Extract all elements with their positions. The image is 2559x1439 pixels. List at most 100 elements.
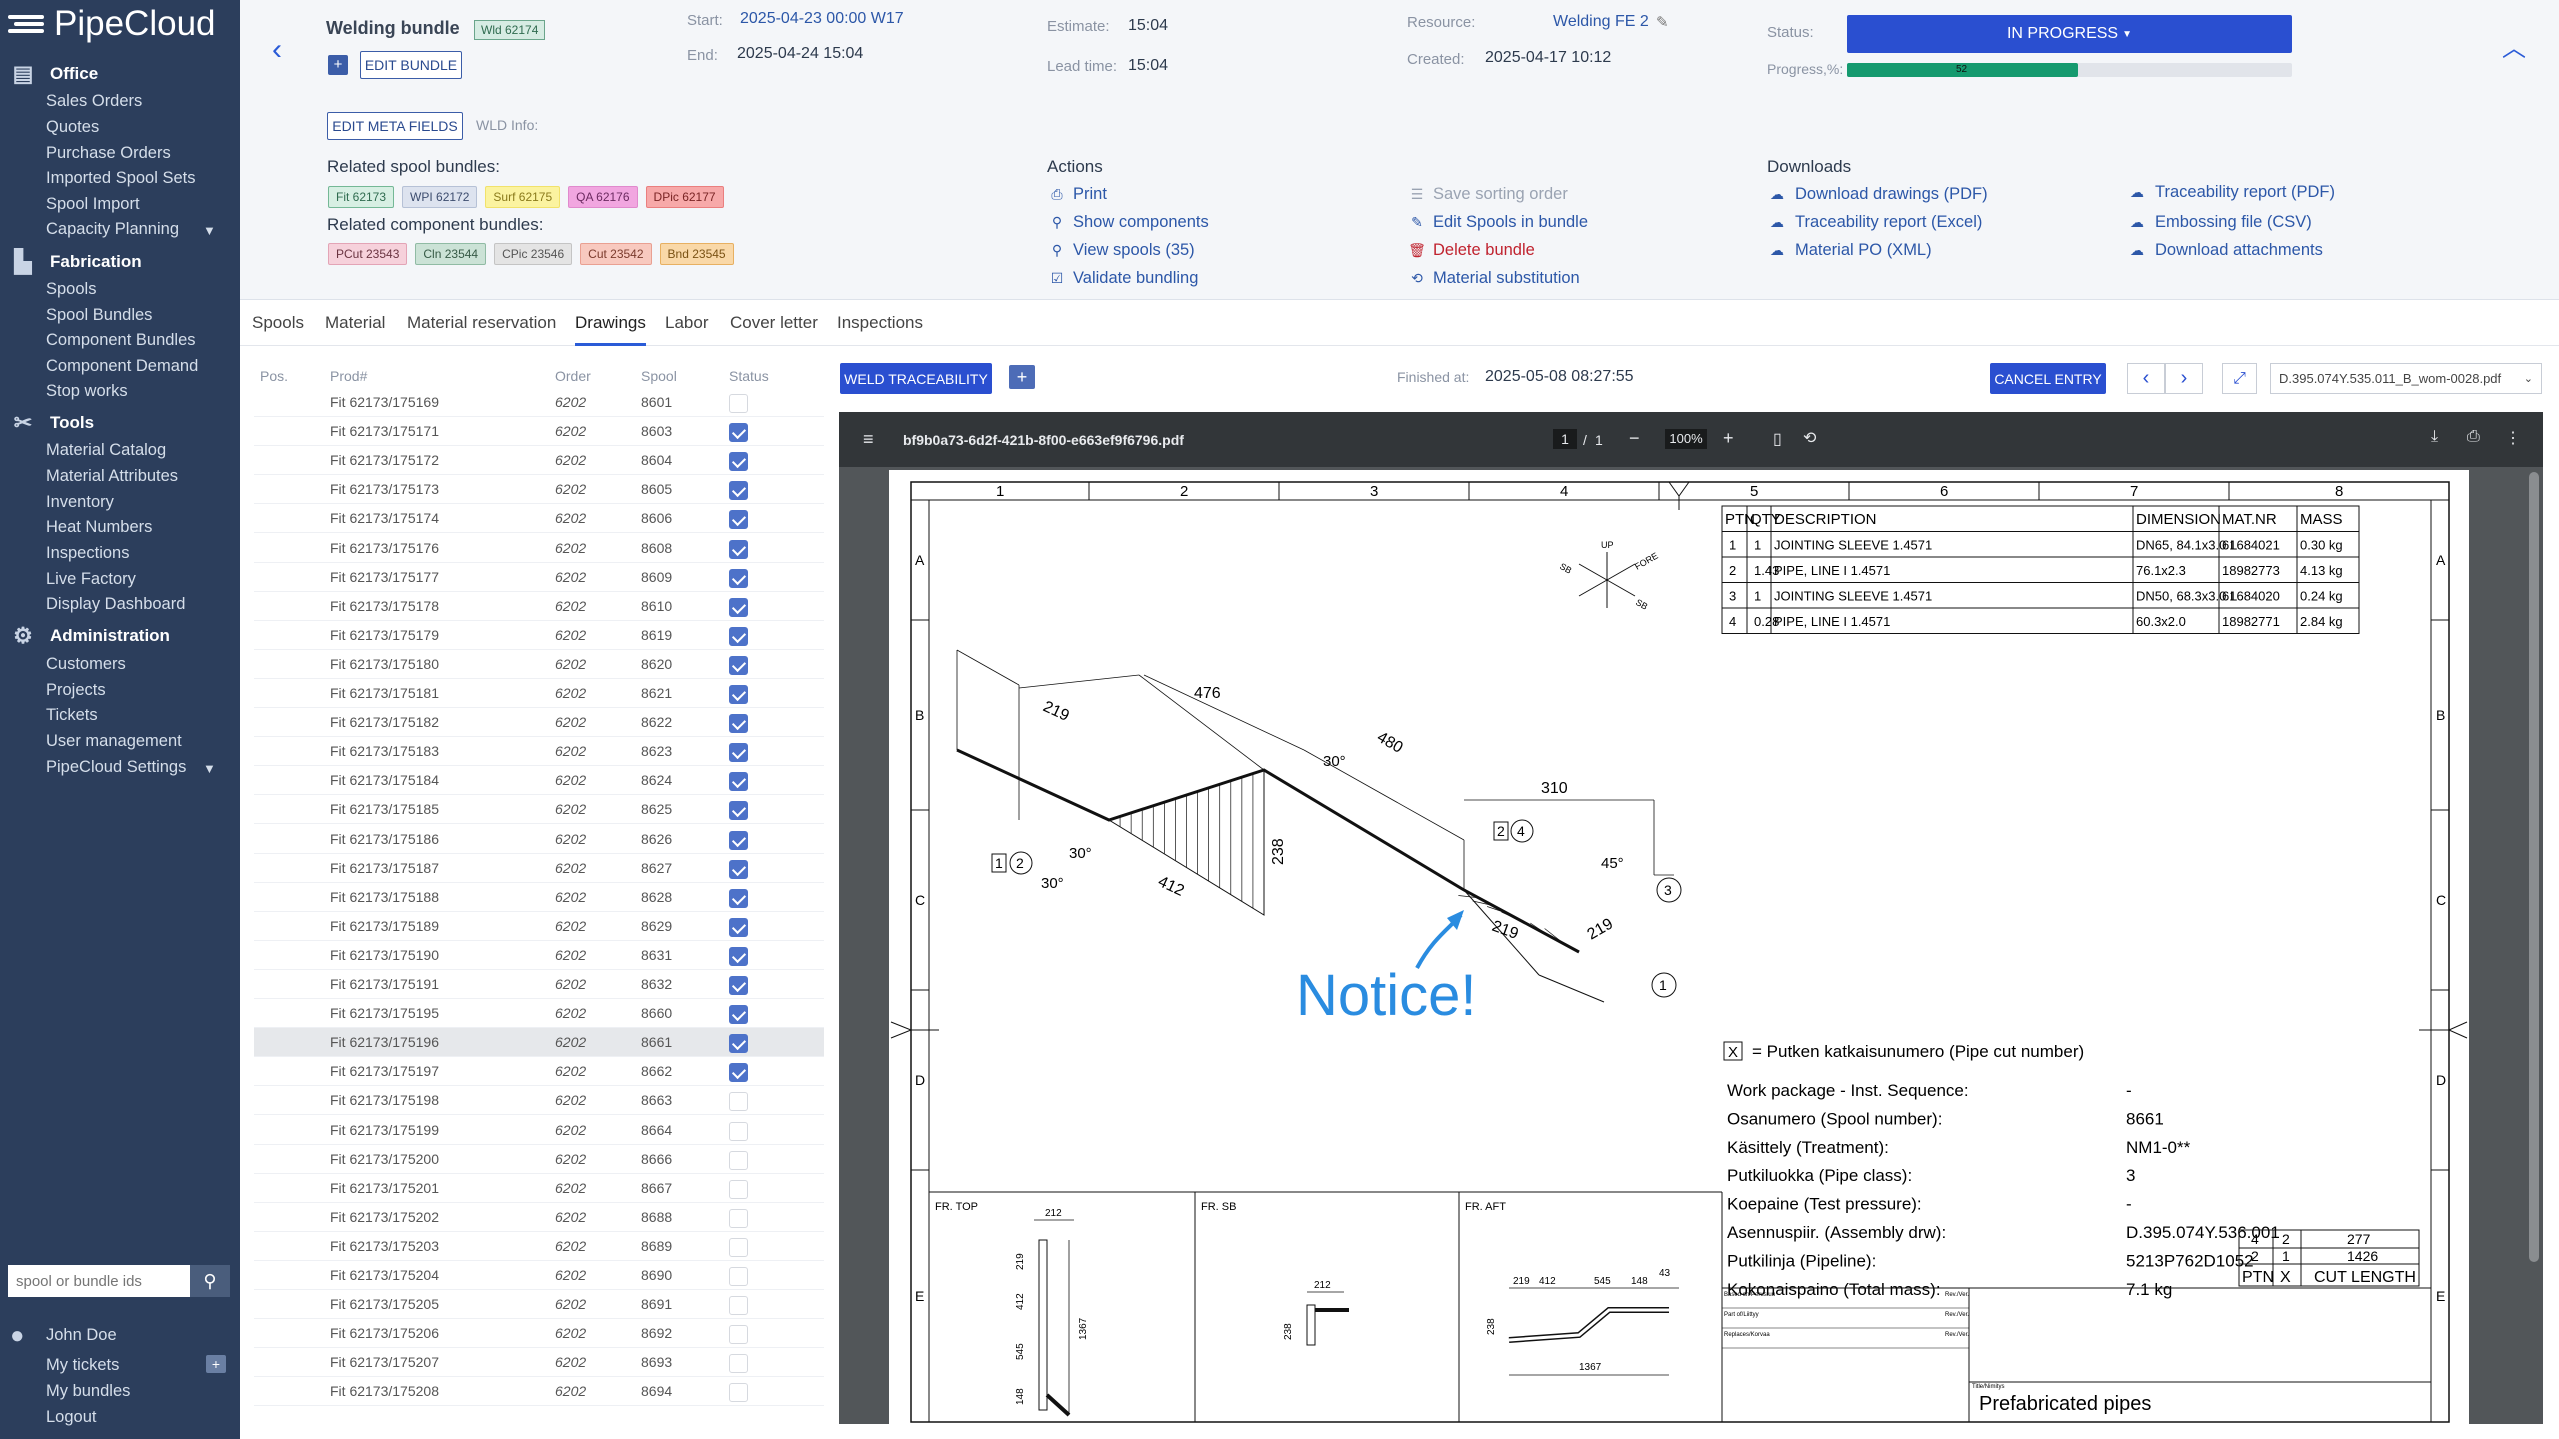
table-row[interactable]: Fit 62173/175176 6202 8608 (254, 534, 824, 563)
table-row[interactable]: Fit 62173/175195 6202 8660 (254, 999, 824, 1029)
zoom-out-icon[interactable]: − (1629, 428, 1640, 449)
save-sorting-order-link[interactable]: ☰ Save sorting order (1409, 185, 1568, 204)
drawing-file-select[interactable]: D.395.074Y.535.011_B_wom-0028.pdf ⌄ (2270, 363, 2542, 394)
table-row[interactable]: Fit 62173/175180 6202 8620 (254, 650, 824, 679)
status-checkbox[interactable] (729, 976, 748, 995)
download-icon[interactable]: ⤓ (2431, 428, 2438, 446)
status-checkbox[interactable] (729, 655, 748, 675)
status-checkbox[interactable] (729, 888, 748, 908)
collapse-chevron-up-icon[interactable]: ︿ (2502, 28, 2526, 63)
table-row[interactable]: Fit 62173/175179 6202 8619 (254, 621, 824, 650)
tab-spools[interactable]: Spools (252, 313, 304, 346)
search-input[interactable] (8, 1265, 190, 1297)
chip-qa[interactable]: QA 62176 (568, 186, 638, 208)
printer-icon[interactable]: ⎙ (2467, 428, 2480, 446)
table-row[interactable]: Fit 62173/175173 6202 8605 (254, 475, 824, 505)
nav-item-my-bundles[interactable]: My bundles (46, 1382, 130, 1401)
nav-item-heat-numbers[interactable]: Heat Numbers (46, 518, 152, 537)
nav-item-spools[interactable]: Spools (46, 280, 96, 299)
delete-bundle-link[interactable]: 🗑 Delete bundle (1408, 241, 1535, 260)
nav-item-inspections[interactable]: Inspections (46, 544, 129, 563)
chip-dpic[interactable]: DPic 62177 (645, 186, 724, 208)
nav-item-purchase-orders[interactable]: Purchase Orders (46, 144, 171, 163)
traceability-pdf-link[interactable]: ☁ Traceability report (PDF) (2127, 183, 2335, 202)
page-input[interactable]: 1 (1553, 429, 1577, 449)
tab-material[interactable]: Material (325, 313, 385, 346)
status-checkbox[interactable] (729, 917, 748, 937)
table-row[interactable]: Fit 62173/175182 6202 8622 (254, 708, 824, 738)
table-row[interactable]: Fit 62173/175187 6202 8627 (254, 854, 824, 883)
weld-traceability-button[interactable]: WELD TRACEABILITY (840, 363, 992, 394)
table-row[interactable]: Fit 62173/175189 6202 8629 (254, 912, 824, 941)
status-checkbox[interactable] (729, 714, 748, 734)
table-row[interactable]: Fit 62173/175201 6202 8667 (254, 1174, 824, 1203)
status-checkbox[interactable] (729, 1383, 748, 1403)
status-dropdown[interactable]: IN PROGRESS ▼ (1847, 15, 2292, 53)
fit-page-icon[interactable]: ▯ (1773, 429, 1782, 449)
status-checkbox[interactable] (729, 772, 748, 792)
edit-meta-fields-button[interactable]: EDIT META FIELDS (327, 112, 463, 140)
tab-material-reservation[interactable]: Material reservation (407, 313, 556, 346)
back-chevron-icon[interactable]: ‹ (272, 33, 282, 67)
table-row[interactable]: Fit 62173/175206 6202 8692 (254, 1319, 824, 1349)
nav-item-quotes[interactable]: Quotes (46, 118, 99, 137)
next-drawing-chevron-right-icon[interactable]: › (2165, 363, 2203, 394)
status-checkbox[interactable] (729, 1121, 748, 1141)
nav-item-spool-bundles[interactable]: Spool Bundles (46, 306, 152, 325)
table-row[interactable]: Fit 62173/175181 6202 8621 (254, 679, 824, 708)
table-row[interactable]: Fit 62173/175204 6202 8690 (254, 1261, 824, 1290)
table-row[interactable]: Fit 62173/175196 6202 8661 (254, 1028, 824, 1058)
status-checkbox[interactable] (729, 1296, 748, 1316)
status-checkbox[interactable] (729, 801, 748, 821)
embossing-file-link[interactable]: ☁ Embossing file (CSV) (2127, 213, 2312, 232)
tab-labor[interactable]: Labor (665, 313, 708, 346)
tab-drawings[interactable]: Drawings (575, 313, 646, 346)
table-row[interactable]: Fit 62173/175177 6202 8609 (254, 563, 824, 592)
table-row[interactable]: Fit 62173/175200 6202 8666 (254, 1145, 824, 1174)
status-checkbox[interactable] (729, 452, 748, 472)
column-header-order[interactable]: Order (555, 368, 591, 384)
nav-item-live-factory[interactable]: Live Factory (46, 570, 136, 589)
nav-item-spool-import[interactable]: Spool Import (46, 195, 140, 214)
nav-item-material-catalog[interactable]: Material Catalog (46, 441, 166, 460)
material-po-link[interactable]: ☁ Material PO (XML) (1767, 241, 1932, 260)
pdf-scrollbar[interactable] (2529, 472, 2539, 1262)
status-checkbox[interactable] (729, 1005, 748, 1025)
nav-section-administration[interactable]: ⚙ Administration (0, 623, 170, 648)
tab-inspections[interactable]: Inspections (837, 313, 923, 346)
table-row[interactable]: Fit 62173/175197 6202 8662 (254, 1057, 824, 1087)
table-row[interactable]: Fit 62173/175185 6202 8625 (254, 795, 824, 825)
edit-spools-link[interactable]: ✎ Edit Spools in bundle (1409, 213, 1588, 232)
chip-cut[interactable]: Cut 23542 (580, 243, 652, 265)
status-checkbox[interactable] (729, 1179, 748, 1199)
chip-surf[interactable]: Surf 62175 (485, 186, 561, 208)
status-checkbox[interactable] (729, 1150, 748, 1170)
status-checkbox[interactable] (729, 510, 748, 530)
chevron-down-icon[interactable]: ▼ (203, 223, 216, 238)
nav-item-imported-spool-sets[interactable]: Imported Spool Sets (46, 169, 196, 188)
status-checkbox[interactable] (729, 1325, 748, 1345)
nav-section-fabrication[interactable]: ▙ Fabrication (0, 249, 142, 274)
chevron-down-icon[interactable]: ▼ (203, 761, 216, 776)
chip-wpi[interactable]: WPI 62172 (402, 186, 478, 208)
nav-item-sales-orders[interactable]: Sales Orders (46, 92, 142, 111)
status-checkbox[interactable] (729, 626, 748, 646)
nav-item-logout[interactable]: Logout (46, 1408, 96, 1427)
chip-pcut[interactable]: PCut 23543 (328, 243, 408, 265)
nav-item-inventory[interactable]: Inventory (46, 493, 114, 512)
table-row[interactable]: Fit 62173/175203 6202 8689 (254, 1232, 824, 1261)
material-substitution-link[interactable]: ⟲ Material substitution (1409, 269, 1580, 288)
status-checkbox[interactable] (729, 1092, 748, 1112)
show-components-link[interactable]: ⚲ Show components (1049, 213, 1209, 232)
pencil-icon[interactable]: ✎ (1656, 13, 1669, 31)
status-checkbox[interactable] (729, 1354, 748, 1374)
resource-value[interactable]: Welding FE 2 (1553, 13, 1649, 31)
table-row[interactable]: Fit 62173/175202 6202 8688 (254, 1203, 824, 1232)
cancel-entry-button[interactable]: CANCEL ENTRY (1990, 363, 2106, 394)
table-row[interactable]: Fit 62173/175207 6202 8693 (254, 1348, 824, 1378)
column-header-pos[interactable]: Pos. (260, 368, 288, 384)
status-checkbox[interactable] (729, 743, 748, 763)
table-row[interactable]: Fit 62173/175174 6202 8606 (254, 504, 824, 534)
chip-bnd[interactable]: Bnd 23545 (659, 243, 734, 265)
table-row[interactable]: Fit 62173/175205 6202 8691 (254, 1290, 824, 1320)
